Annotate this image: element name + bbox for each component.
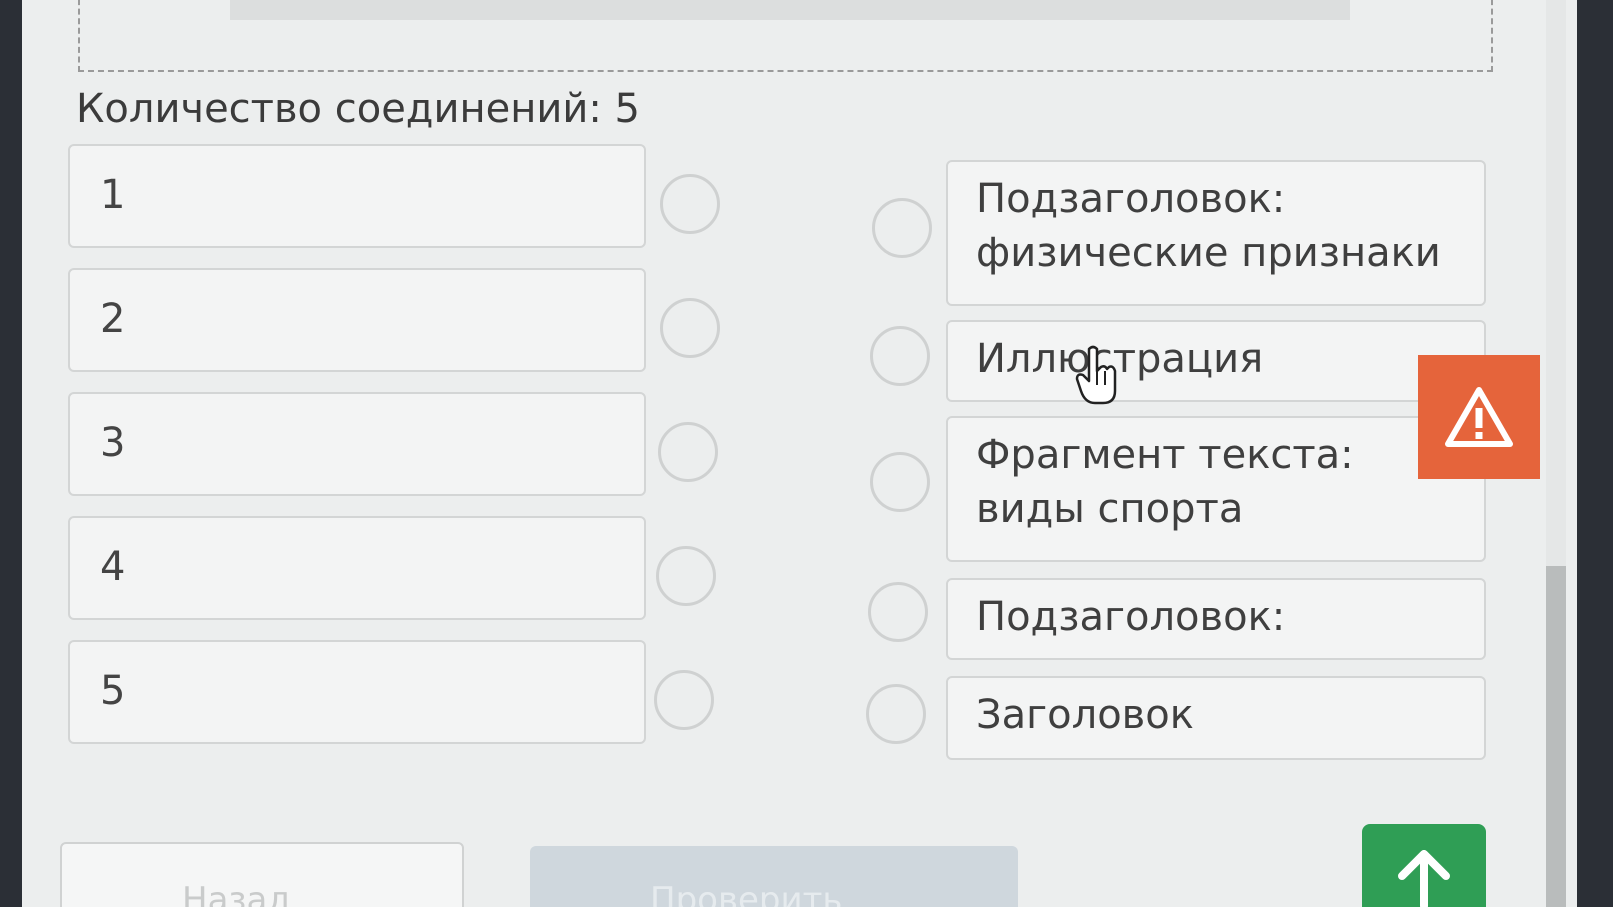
report-problem-button[interactable] (1418, 355, 1540, 479)
left-item-label: 3 (100, 420, 126, 466)
left-item-label: 5 (100, 668, 126, 714)
right-item-label: Подзаголовок: возраст (976, 594, 1286, 658)
connections-count-label: Количество соединений: 5 (76, 86, 641, 132)
right-connector-3[interactable] (870, 452, 930, 512)
left-item-5[interactable]: 5 (68, 640, 646, 744)
right-item-3[interactable]: Фрагмент текста: виды спорта (946, 416, 1486, 562)
right-connector-1[interactable] (872, 198, 932, 258)
right-connector-4[interactable] (868, 582, 928, 642)
drop-zone[interactable] (78, 0, 1493, 72)
left-connector-2[interactable] (660, 298, 720, 358)
right-item-label: Подзаголовок: физические признаки (976, 176, 1441, 276)
right-item-2[interactable]: Иллюстрация (946, 320, 1486, 402)
back-button[interactable]: Назад (60, 842, 464, 907)
left-item-label: 1 (100, 172, 126, 218)
scrollbar-thumb[interactable] (1546, 566, 1566, 907)
right-connector-5[interactable] (866, 684, 926, 744)
left-item-4[interactable]: 4 (68, 516, 646, 620)
right-item-label: Иллюстрация (976, 336, 1264, 382)
left-item-1[interactable]: 1 (68, 144, 646, 248)
right-item-4[interactable]: Подзаголовок: возраст (946, 578, 1486, 660)
hand-cursor-icon (1075, 345, 1117, 405)
check-button[interactable]: Проверить (530, 846, 1018, 907)
check-button-label: Проверить (650, 880, 843, 907)
right-item-label: Заголовок (976, 692, 1194, 738)
left-connector-4[interactable] (656, 546, 716, 606)
left-connector-1[interactable] (660, 174, 720, 234)
warning-icon (1445, 387, 1513, 447)
right-item-label: Фрагмент текста: виды спорта (976, 432, 1354, 532)
left-item-label: 2 (100, 296, 126, 342)
drop-zone-content (230, 0, 1350, 20)
right-connector-2[interactable] (870, 326, 930, 386)
right-item-1[interactable]: Подзаголовок: физические признаки (946, 160, 1486, 306)
scroll-up-button[interactable] (1362, 824, 1486, 907)
back-button-label: Назад (182, 880, 291, 907)
left-item-2[interactable]: 2 (68, 268, 646, 372)
left-item-3[interactable]: 3 (68, 392, 646, 496)
left-connector-5[interactable] (654, 670, 714, 730)
left-item-label: 4 (100, 544, 126, 590)
arrow-up-icon (1398, 850, 1450, 907)
right-item-5[interactable]: Заголовок (946, 676, 1486, 760)
left-connector-3[interactable] (658, 422, 718, 482)
